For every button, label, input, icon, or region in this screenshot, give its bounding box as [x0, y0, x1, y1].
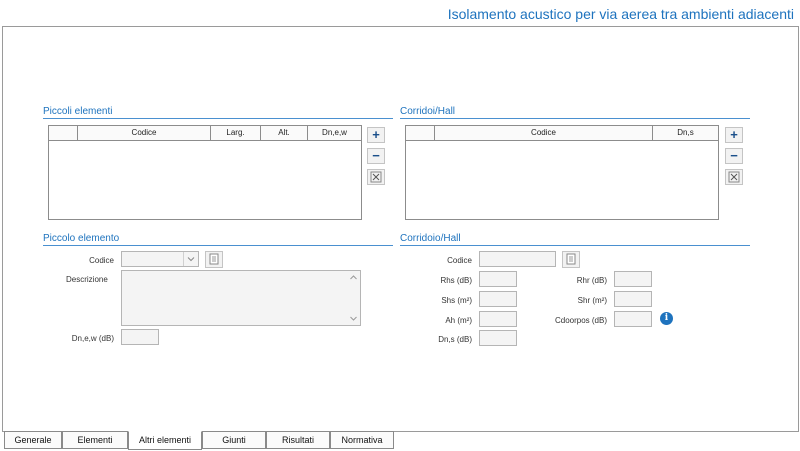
remove-button[interactable]: −: [367, 148, 385, 164]
section-title-piccolo-elemento: Piccolo elemento: [43, 233, 120, 244]
tab-altri-elementi[interactable]: Altri elementi: [128, 431, 202, 450]
scroll-arrows-icon: [350, 275, 357, 321]
tab-elementi[interactable]: Elementi: [62, 431, 128, 449]
codice-label: Codice: [89, 256, 114, 265]
remove-button[interactable]: −: [725, 148, 743, 164]
clear-grid-icon: [728, 171, 740, 183]
ah-label: Ah (m²): [445, 316, 472, 325]
hall-codice-label: Codice: [447, 256, 472, 265]
rhs-label: Rhs (dB): [440, 276, 472, 285]
document-icon: [209, 253, 219, 265]
section-divider: [400, 118, 750, 119]
tab-risultati[interactable]: Risultati: [266, 431, 330, 449]
clear-grid-icon: [370, 171, 382, 183]
dnew-field[interactable]: [121, 329, 159, 345]
cdoorpos-label: Cdoorpos (dB): [554, 316, 607, 325]
shs-label: Shs (m²): [441, 296, 472, 305]
content-panel: [2, 26, 799, 432]
tab-generale[interactable]: Generale: [4, 431, 62, 449]
column-header-codice[interactable]: Codice: [435, 126, 653, 140]
chevron-down-icon: [187, 257, 195, 262]
tab-giunti[interactable]: Giunti: [202, 431, 266, 449]
row-selector-header: [406, 126, 435, 140]
tab-normativa[interactable]: Normativa: [330, 431, 394, 449]
corridoi-hall-grid[interactable]: Codice Dn,s: [405, 125, 719, 220]
section-title-piccoli-elementi: Piccoli elementi: [43, 106, 113, 117]
piccoli-elementi-grid[interactable]: Codice Larg. Alt. Dn,e,w: [48, 125, 362, 220]
dropdown-button[interactable]: [183, 252, 198, 266]
document-icon: [566, 253, 576, 265]
column-header-alt[interactable]: Alt.: [261, 126, 308, 140]
shr-field[interactable]: [614, 291, 652, 307]
section-title-corridoio-hall: Corridoio/Hall: [400, 233, 461, 244]
column-header-codice[interactable]: Codice: [78, 126, 211, 140]
info-icon[interactable]: i: [660, 312, 673, 325]
descrizione-textarea[interactable]: [121, 270, 361, 326]
descrizione-label: Descrizione: [66, 275, 108, 284]
dns-label: Dn,s (dB): [438, 335, 472, 344]
row-selector-header: [49, 126, 78, 140]
add-button[interactable]: +: [367, 127, 385, 143]
dns-field[interactable]: [479, 330, 517, 346]
hall-codice-field[interactable]: [479, 251, 556, 267]
clear-button[interactable]: [725, 169, 743, 185]
codice-combobox[interactable]: [121, 251, 199, 267]
rhr-label: Rhr (dB): [576, 276, 607, 285]
section-title-corridoi-hall: Corridoi/Hall: [400, 106, 456, 117]
window-title: Isolamento acustico per via aerea tra am…: [447, 6, 794, 22]
dnew-label: Dn,e,w (dB): [71, 334, 114, 343]
column-header-larg[interactable]: Larg.: [211, 126, 261, 140]
textarea-scrollbar[interactable]: [347, 271, 360, 325]
rhr-field[interactable]: [614, 271, 652, 287]
rhs-field[interactable]: [479, 271, 517, 287]
shr-label: Shr (m²): [577, 296, 607, 305]
column-header-dns[interactable]: Dn,s: [653, 126, 718, 140]
grid-header: Codice Larg. Alt. Dn,e,w: [49, 126, 361, 141]
section-divider: [400, 245, 750, 246]
open-archive-button[interactable]: [562, 251, 580, 268]
grid-header: Codice Dn,s: [406, 126, 718, 141]
ah-field[interactable]: [479, 311, 517, 327]
column-header-dnew[interactable]: Dn,e,w: [308, 126, 361, 140]
add-button[interactable]: +: [725, 127, 743, 143]
open-archive-button[interactable]: [205, 251, 223, 268]
section-divider: [43, 245, 393, 246]
section-divider: [43, 118, 393, 119]
clear-button[interactable]: [367, 169, 385, 185]
shs-field[interactable]: [479, 291, 517, 307]
cdoorpos-field[interactable]: [614, 311, 652, 327]
